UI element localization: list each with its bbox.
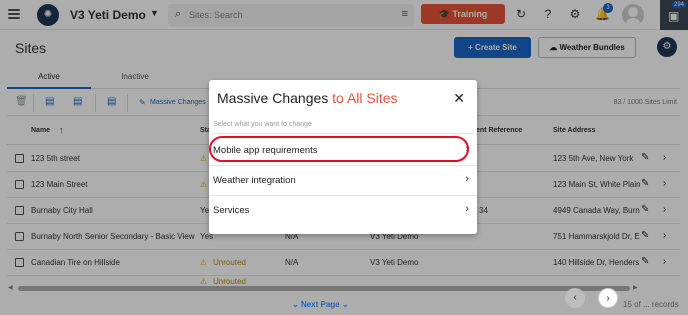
horizontal-scrollbar[interactable] [18,286,630,291]
scroll-right-icon[interactable]: ▶ [633,284,638,291]
chevron-right-icon: › [465,203,469,215]
close-icon[interactable]: ✕ [453,90,465,107]
modal-title-plain: Massive Changes [217,90,329,106]
modal-item-weather-integration[interactable]: Weather integration › [209,166,477,196]
previous-page-button[interactable]: ‹ [565,288,585,308]
modal-title-accent: to All Sites [332,90,398,106]
records-count: 15 of ... records [623,300,679,309]
scroll-left-icon[interactable]: ◀ [8,284,13,291]
next-page-label: Next Page [300,300,340,309]
highlight-annotation [209,136,469,162]
next-page-button[interactable]: ⌄ Next Page ⌄ [292,300,349,309]
modal-item-label: Weather integration [213,175,296,186]
next-page-arrow-button[interactable]: › [598,288,618,308]
modal-title: Massive Changes to All Sites [217,90,398,106]
modal-item-services[interactable]: Services › [209,196,477,226]
chevron-right-icon: › [465,173,469,185]
modal-subtitle: Select what you want to change [213,118,473,134]
modal-item-label: Services [213,205,250,216]
